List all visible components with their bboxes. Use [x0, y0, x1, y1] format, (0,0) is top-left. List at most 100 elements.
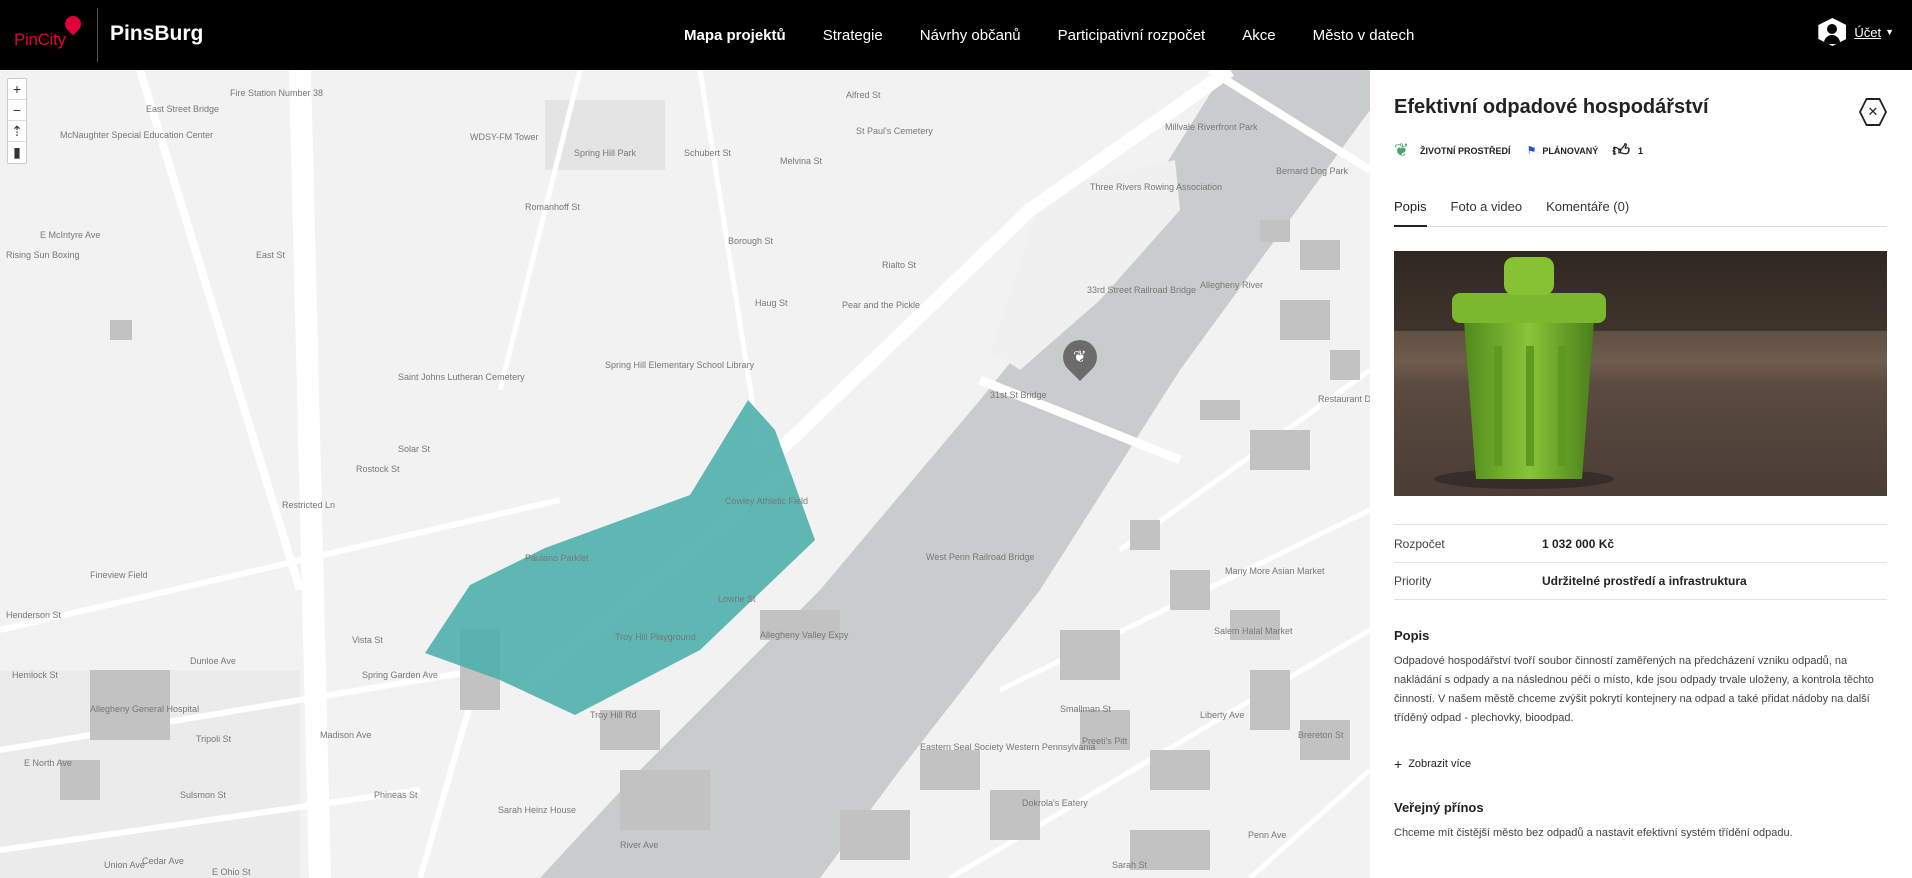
map-label: E Ohio St: [212, 867, 251, 877]
pincity-logo[interactable]: PinCity: [14, 12, 85, 54]
close-icon: ✕: [1861, 100, 1885, 124]
map-label: Rising Sun Boxing: [6, 250, 80, 260]
public-benefit-title: Veřejný přínos: [1394, 800, 1484, 815]
map-label: Liberty Ave: [1200, 710, 1245, 720]
map-label: Lowrie St: [718, 594, 756, 604]
description-text: Odpadové hospodářství tvoří soubor činno…: [1394, 655, 1874, 724]
project-meta: ❦ ŽIVOTNÍ PROSTŘEDÍ ⚑ PLÁNOVANÝ 👍︎ 1: [1394, 140, 1643, 161]
project-photo: [1394, 251, 1887, 496]
show-more-label: Zobrazit více: [1408, 758, 1472, 770]
map-label: Bernard Dog Park: [1276, 166, 1349, 176]
tab-popis[interactable]: Popis: [1394, 197, 1427, 227]
map-label: Allegheny General Hospital: [90, 704, 200, 714]
map-label: Henderson St: [6, 610, 62, 620]
map-label: Smallman St: [1060, 704, 1112, 714]
zoom-out-button[interactable]: −: [8, 100, 26, 121]
map-label: Pear and the Pickle: [842, 300, 921, 310]
priority-value: Udržitelné prostředí a infrastruktura: [1542, 574, 1747, 588]
map-label: Dunloe Ave: [190, 656, 236, 666]
logo-text: PinCity: [14, 30, 66, 49]
map-view[interactable]: Fire Station Number 38 East Street Bridg…: [0, 70, 1370, 878]
map-zoom-controls: + − ⇡ ▮: [7, 78, 27, 164]
plus-icon: +: [1394, 756, 1403, 772]
map-label: Troy Hill Rd: [590, 710, 637, 720]
map-label: 31st St Bridge: [990, 390, 1047, 400]
map-label: E McIntyre Ave: [40, 230, 101, 240]
map-label: 33rd Street Railroad Bridge: [1087, 285, 1197, 295]
map-label: Borough St: [728, 236, 774, 246]
nav-item-mapa-projektu[interactable]: Mapa projektů: [684, 27, 786, 44]
leaf-icon: ❦: [1394, 140, 1410, 160]
map-label: Restricted Ln: [282, 500, 336, 510]
map-label: Tripoli St: [196, 734, 232, 744]
map-label: Romanhoff St: [525, 202, 580, 212]
public-benefit-text: Chceme mít čistější město bez odpadů a n…: [1394, 827, 1793, 839]
map-label: Restaurant Depot: [1318, 394, 1370, 404]
map-label: Sulsmon St: [180, 790, 227, 800]
show-more-button[interactable]: + Zobrazit více: [1394, 756, 1471, 772]
map-label: Solar St: [398, 444, 431, 454]
map-label: Fire Station Number 38: [230, 88, 324, 98]
map-label: East St: [256, 250, 286, 260]
tab-foto-a-video[interactable]: Foto a video: [1451, 197, 1523, 227]
map-label: Saint Johns Lutheran Cemetery: [398, 372, 525, 382]
map-label: Penn Ave: [1248, 830, 1287, 840]
budget-value: 1 032 000 Kč: [1542, 536, 1615, 551]
map-label: Vista St: [352, 635, 383, 645]
category-label: ŽIVOTNÍ PROSTŘEDÍ: [1420, 145, 1511, 156]
map-label: Eastern Seal Society Western Pennsylvani…: [920, 742, 1096, 752]
project-title: Efektivní odpadové hospodářství: [1394, 96, 1709, 118]
account-label[interactable]: Účet: [1854, 25, 1881, 40]
priority-row: Priority Udržitelné prostředí a infrastr…: [1394, 562, 1887, 600]
tab-komentare[interactable]: Komentáře (0): [1546, 197, 1629, 227]
user-avatar-icon: [1818, 18, 1847, 46]
map-label: Salem Halal Market: [1214, 626, 1293, 636]
close-panel-button[interactable]: ✕: [1859, 98, 1887, 126]
priority-label: Priority: [1394, 574, 1432, 588]
app-name[interactable]: PinsBurg: [110, 22, 203, 46]
project-detail-panel: Efektivní odpadové hospodářství ✕ ❦ ŽIVO…: [1370, 70, 1912, 878]
map-layer-button[interactable]: ▮: [8, 142, 26, 163]
nav-item-participativni-rozpocet[interactable]: Participativní rozpočet: [1058, 27, 1206, 44]
map-label: Haug St: [755, 298, 788, 308]
budget-label: Rozpočet: [1394, 536, 1445, 551]
nav-item-akce[interactable]: Akce: [1242, 27, 1275, 44]
map-label: Alfred St: [846, 90, 881, 100]
main-nav: Mapa projektů Strategie Návrhy občanů Pa…: [684, 0, 1451, 70]
leaf-icon: ❦: [1073, 349, 1087, 366]
map-label: Preeti's Pitt: [1082, 736, 1128, 746]
map-label: WDSY-FM Tower: [470, 132, 539, 142]
map-label: Cowley Athletic Field: [725, 496, 809, 506]
map-label: Three Rivers Rowing Association: [1090, 182, 1223, 192]
map-label: Spring Hill Park: [574, 148, 637, 158]
map-label: River Ave: [620, 840, 659, 850]
map-label: Madison Ave: [320, 730, 372, 740]
map-label: Allegheny Valley Expy: [760, 630, 849, 640]
map-label: Fineview Field: [90, 570, 148, 580]
map-label: Millvale Riverfront Park: [1165, 122, 1258, 132]
map-label: St Paul's Cemetery: [856, 126, 933, 136]
map-label: Brereton St: [1298, 730, 1344, 740]
nav-item-strategie[interactable]: Strategie: [823, 27, 883, 44]
map-label: Allegheny River: [1200, 280, 1264, 290]
map-label: E North Ave: [24, 758, 72, 768]
map-label: Paulano Parklet: [525, 553, 589, 563]
map-label: Spring Hill Elementary School Library: [605, 360, 755, 370]
nav-item-mesto-v-datech[interactable]: Město v datech: [1313, 27, 1415, 44]
description-title: Popis: [1394, 628, 1430, 643]
compass-reset-button[interactable]: ⇡: [8, 121, 26, 142]
map-label: Troy Hill Playground: [615, 632, 696, 642]
map-label: Dokrola's Eatery: [1022, 798, 1088, 808]
map-label: Sarah Heinz House: [498, 805, 577, 815]
budget-row: Rozpočet 1 032 000 Kč: [1394, 524, 1887, 562]
map-label: Cedar Ave: [142, 856, 184, 866]
map-label: East Street Bridge: [146, 104, 220, 114]
top-navigation-bar: PinCity PinsBurg Mapa projektů Strategie…: [0, 0, 1912, 70]
map-label: Rialto St: [882, 260, 917, 270]
zoom-in-button[interactable]: +: [8, 79, 26, 100]
like-icon[interactable]: 👍︎: [1612, 140, 1630, 161]
like-count: 1: [1638, 145, 1644, 156]
nav-item-navrhy-obcanu[interactable]: Návrhy občanů: [920, 27, 1021, 44]
account-menu[interactable]: Účet ▼: [1818, 18, 1894, 46]
detail-tabs: Popis Foto a video Komentáře (0): [1394, 197, 1887, 227]
